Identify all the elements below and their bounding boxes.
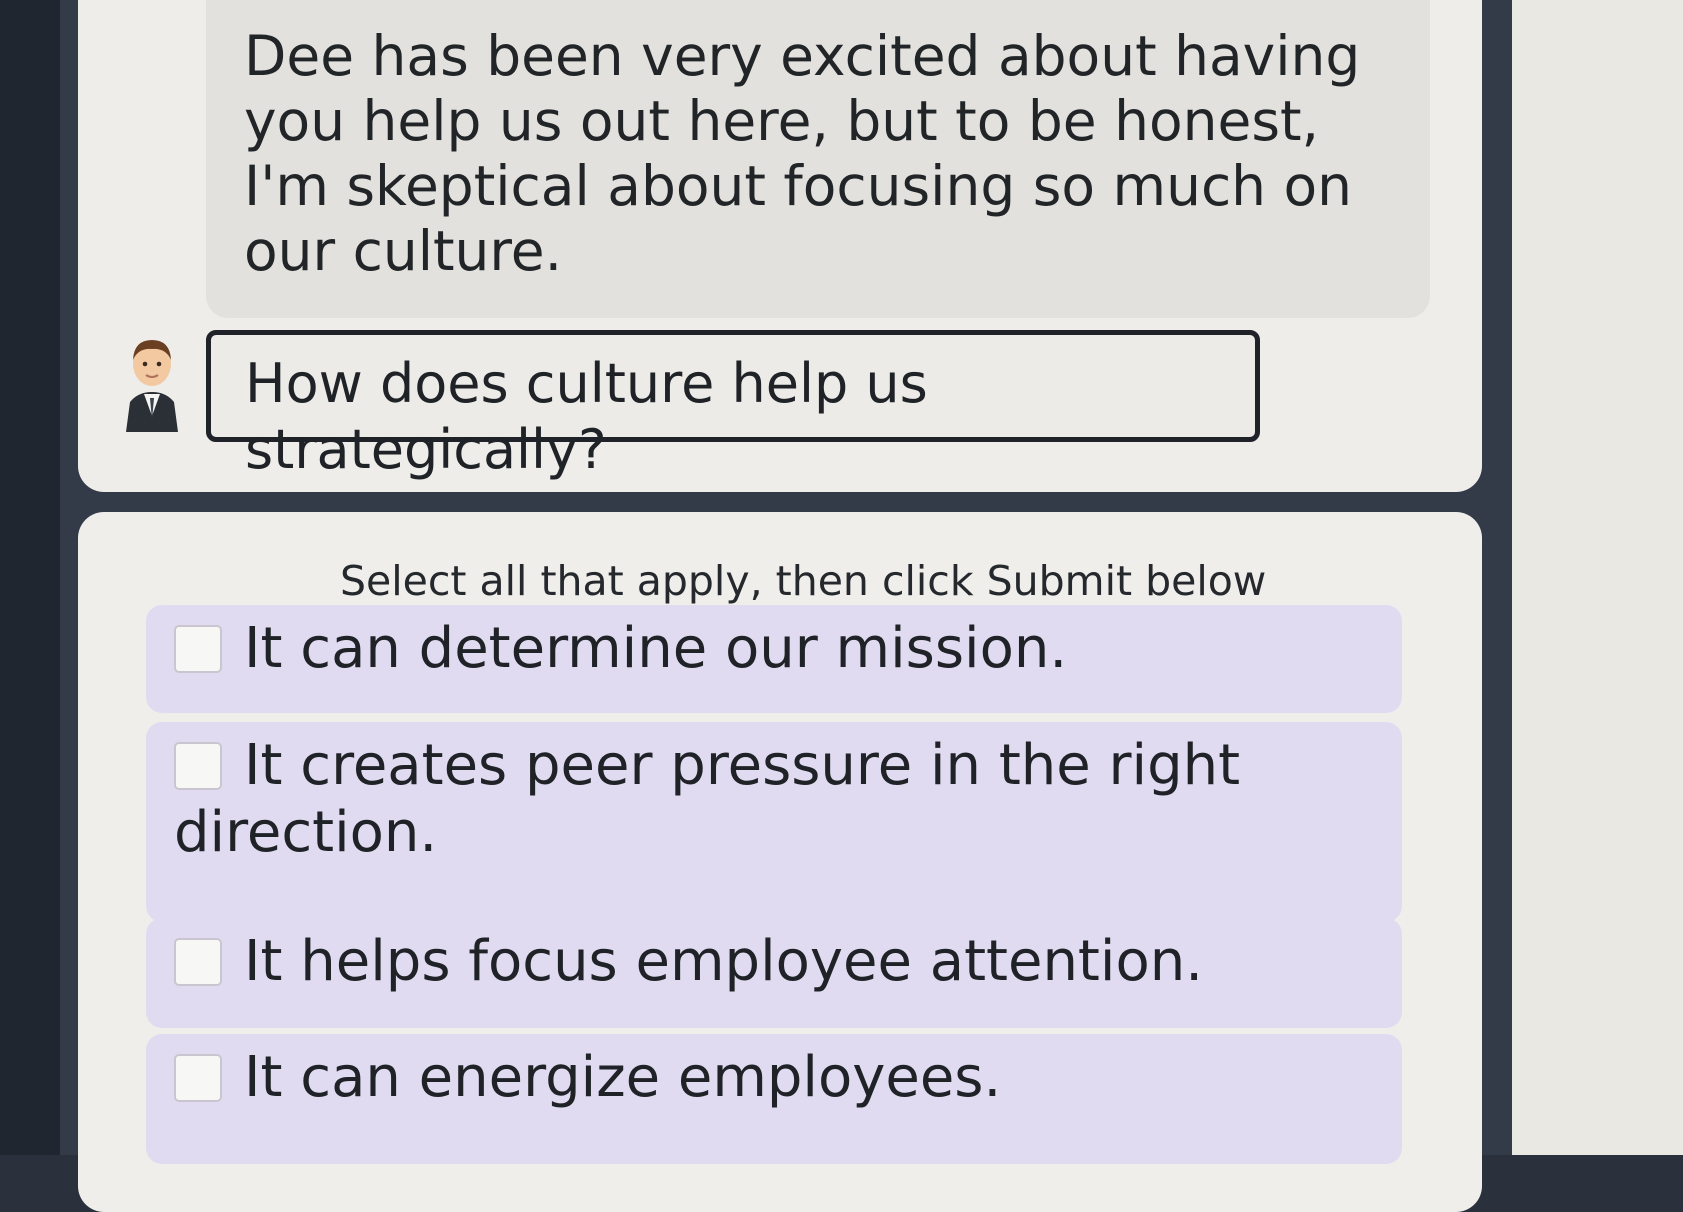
checkbox-icon[interactable] bbox=[174, 742, 222, 790]
option-label: It helps focus employee attention. bbox=[244, 929, 1203, 994]
checkbox-icon[interactable] bbox=[174, 938, 222, 986]
option-item[interactable]: It can determine our mission. bbox=[146, 605, 1402, 713]
speech-bubble: Dee has been very excited about having y… bbox=[206, 0, 1430, 318]
page-margin bbox=[1512, 0, 1683, 1155]
person-avatar-icon bbox=[122, 336, 182, 432]
option-item[interactable]: It creates peer pressure in the right di… bbox=[146, 722, 1402, 922]
option-label: It can energize employees. bbox=[244, 1045, 1002, 1110]
question-prompt: How does culture help us strategically? bbox=[206, 330, 1260, 481]
option-item[interactable]: It can energize employees. bbox=[146, 1034, 1402, 1164]
instruction-text: Select all that apply, then click Submit… bbox=[340, 557, 1267, 605]
screen: Dee has been very excited about having y… bbox=[0, 0, 1683, 1212]
checkbox-icon[interactable] bbox=[174, 1054, 222, 1102]
option-label: It can determine our mission. bbox=[244, 616, 1068, 681]
checkbox-icon[interactable] bbox=[174, 625, 222, 673]
monitor-bezel bbox=[0, 0, 60, 1155]
option-item[interactable]: It helps focus employee attention. bbox=[146, 918, 1402, 1028]
option-label: It creates peer pressure in the right di… bbox=[174, 733, 1241, 865]
